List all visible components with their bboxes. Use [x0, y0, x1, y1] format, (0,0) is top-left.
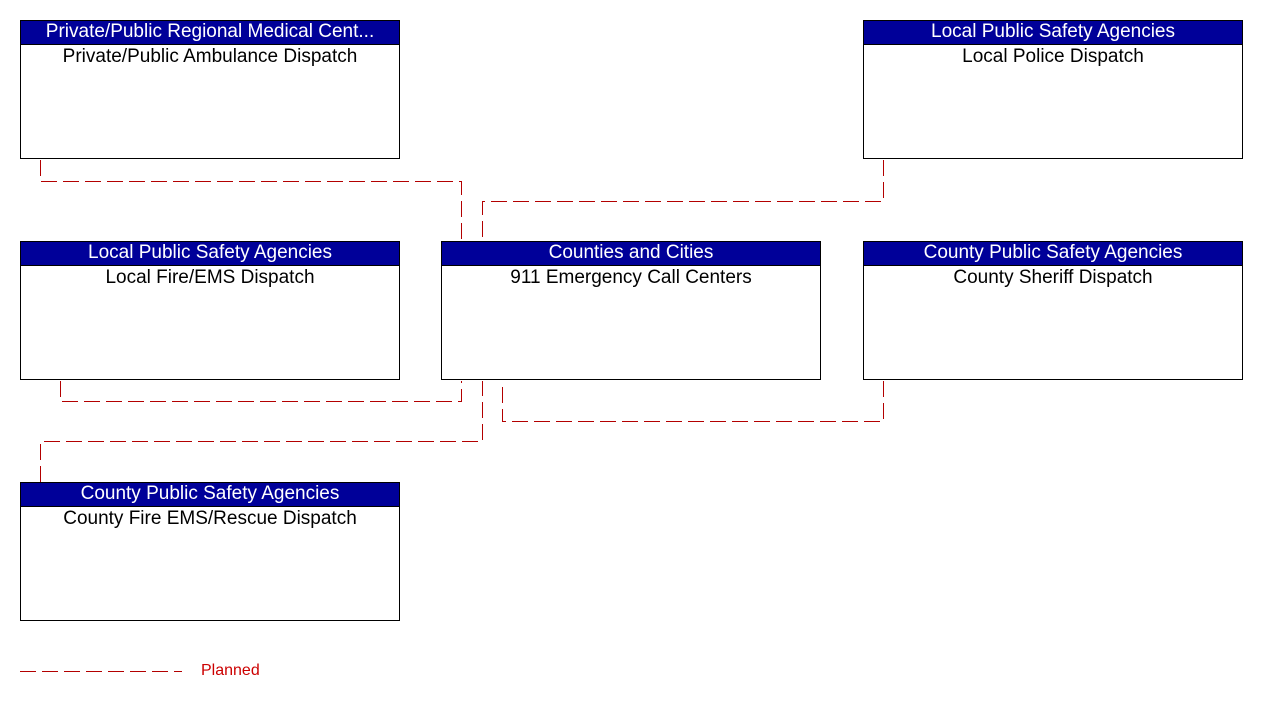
link-fire-center[interactable]	[60, 381, 462, 402]
element-label: 911 Emergency Call Centers	[510, 267, 752, 288]
element-label: Private/Public Ambulance Dispatch	[62, 46, 358, 67]
stakeholder-label: County Public Safety Agencies	[21, 483, 399, 507]
node-ambulance-dispatch[interactable]: Private/Public Regional Medical Cent... …	[20, 20, 400, 159]
stakeholder-label: County Public Safety Agencies	[864, 242, 1242, 266]
link-countyfire-center[interactable]	[40, 381, 483, 482]
stakeholder-label: Local Public Safety Agencies	[864, 21, 1242, 45]
stakeholder-label: Local Public Safety Agencies	[21, 242, 399, 266]
node-911-call-centers[interactable]: Counties and Cities 911 Emergency Call C…	[441, 241, 821, 380]
link-sheriff-center[interactable]	[502, 381, 884, 422]
stakeholder-label: Counties and Cities	[442, 242, 820, 266]
link-police-center[interactable]	[482, 160, 884, 241]
element-label: County Sheriff Dispatch	[953, 267, 1153, 288]
link-ambulance-center[interactable]	[40, 160, 462, 241]
node-county-sheriff-dispatch[interactable]: County Public Safety Agencies County She…	[863, 241, 1243, 380]
node-local-police-dispatch[interactable]: Local Public Safety Agencies Local Polic…	[863, 20, 1243, 159]
element-label: Local Fire/EMS Dispatch	[105, 267, 315, 288]
stakeholder-label: Private/Public Regional Medical Cent...	[21, 21, 399, 45]
legend-planned-label: Planned	[201, 662, 260, 679]
node-local-fire-ems-dispatch[interactable]: Local Public Safety Agencies Local Fire/…	[20, 241, 400, 380]
node-county-fire-rescue-dispatch[interactable]: County Public Safety Agencies County Fir…	[20, 482, 400, 621]
element-label: County Fire EMS/Rescue Dispatch	[63, 508, 357, 529]
element-label: Local Police Dispatch	[962, 46, 1144, 67]
